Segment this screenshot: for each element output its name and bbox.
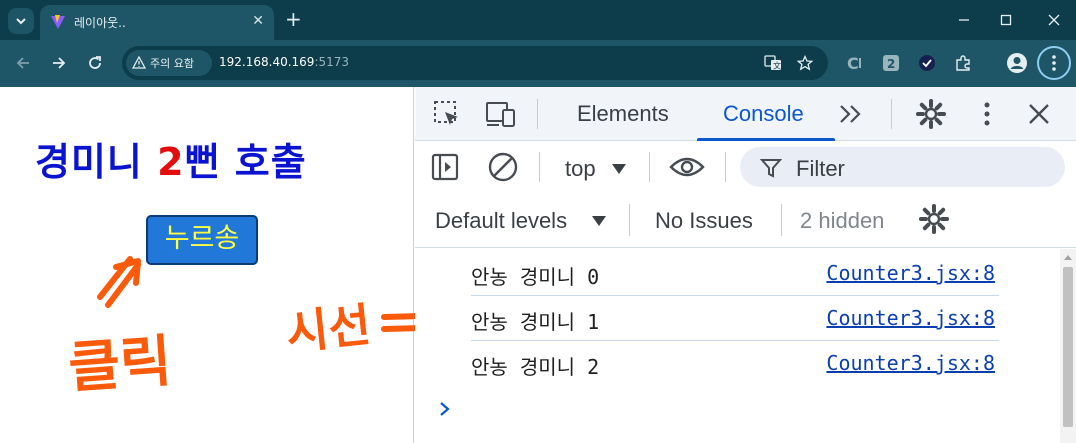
extension-2-icon[interactable]: 2 bbox=[880, 52, 902, 74]
reload-button[interactable] bbox=[84, 52, 106, 74]
tab-elements[interactable]: Elements bbox=[577, 101, 669, 127]
arrow-left-icon bbox=[16, 57, 29, 69]
gaze-arrow bbox=[381, 313, 414, 332]
warning-icon bbox=[132, 56, 146, 69]
message-text: 안농 경미니 2 bbox=[471, 355, 600, 379]
devtools-toolbar: Elements Console bbox=[415, 87, 1076, 141]
security-chip[interactable]: 주의 요함 bbox=[126, 50, 212, 76]
filter-placeholder: Filter bbox=[796, 156, 845, 181]
gear-icon bbox=[919, 204, 949, 234]
scroll-up-icon[interactable] bbox=[1063, 253, 1073, 261]
message-source-link[interactable]: Counter3.jsx:8 bbox=[826, 351, 995, 375]
show-sidebar-button[interactable] bbox=[429, 151, 461, 183]
gear-icon bbox=[916, 99, 946, 129]
back-button[interactable] bbox=[12, 52, 34, 74]
console-messages: 안농 경미니 0 Counter3.jsx:8 안농 경미니 1 Counter… bbox=[415, 249, 1060, 443]
annotation-layer: 클릭 시선 bbox=[66, 256, 414, 401]
console-toolbar: top Filter Default levels No Issues 2 hi… bbox=[415, 142, 1076, 248]
kebab-menu-icon bbox=[1052, 55, 1056, 71]
filter-icon bbox=[760, 159, 782, 178]
message-text: 안농 경미니 1 bbox=[471, 310, 600, 334]
browser-tab[interactable]: 레이아웃.. ✕ bbox=[40, 5, 274, 40]
device-icon bbox=[486, 102, 515, 127]
svg-text:2: 2 bbox=[887, 57, 895, 71]
sidebar-icon bbox=[431, 153, 459, 181]
live-expression-button[interactable] bbox=[669, 151, 705, 183]
minimize-button[interactable] bbox=[954, 10, 974, 30]
extension-c-icon[interactable]: C bbox=[844, 52, 866, 74]
block-icon bbox=[488, 152, 518, 182]
forward-button[interactable] bbox=[48, 52, 70, 74]
chevron-double-right-icon bbox=[840, 105, 861, 123]
toolbar: 주의 요함 192.168.40.169:5173 文 C 2 bbox=[0, 40, 1076, 87]
svg-text:文: 文 bbox=[773, 61, 781, 71]
issues-counter[interactable]: No Issues bbox=[655, 208, 753, 234]
click-annotation: 클릭 bbox=[66, 329, 173, 401]
star-icon bbox=[797, 55, 813, 71]
vite-logo-icon bbox=[51, 15, 65, 29]
inspect-element-button[interactable] bbox=[431, 98, 463, 130]
bookmark-button[interactable] bbox=[796, 54, 814, 72]
message-source-link[interactable]: Counter3.jsx:8 bbox=[826, 306, 995, 330]
translate-icon: 文 bbox=[764, 55, 781, 71]
context-selector[interactable]: top bbox=[565, 156, 596, 182]
message-source-link[interactable]: Counter3.jsx:8 bbox=[826, 261, 995, 285]
customize-menu-button[interactable] bbox=[971, 98, 1003, 130]
menu-button[interactable] bbox=[1037, 46, 1071, 80]
active-tab-indicator bbox=[697, 138, 835, 141]
reload-icon bbox=[89, 56, 101, 69]
extensions-puzzle-icon[interactable] bbox=[952, 52, 974, 74]
security-label: 주의 요함 bbox=[150, 57, 194, 70]
console-settings-button[interactable] bbox=[918, 203, 950, 235]
close-devtools-button[interactable] bbox=[1023, 98, 1055, 130]
gaze-annotation: 시선 bbox=[284, 297, 374, 360]
log-levels-dropdown[interactable]: Default levels bbox=[435, 208, 567, 234]
arrow-right-icon bbox=[53, 57, 66, 69]
console-message: 안농 경미니 0 Counter3.jsx:8 bbox=[471, 251, 999, 296]
maximize-icon bbox=[1000, 14, 1012, 26]
eye-icon bbox=[669, 157, 705, 177]
device-toolbar-button[interactable] bbox=[485, 98, 517, 130]
hidden-messages-count: 2 hidden bbox=[800, 208, 885, 233]
chevron-down-icon bbox=[16, 18, 26, 25]
address-bar[interactable]: 주의 요함 192.168.40.169:5173 文 bbox=[122, 46, 828, 80]
kebab-menu-icon bbox=[984, 102, 990, 126]
message-text: 안농 경미니 0 bbox=[471, 265, 600, 289]
settings-button[interactable] bbox=[915, 98, 947, 130]
console-scrollbar[interactable] bbox=[1060, 249, 1076, 443]
inspect-icon bbox=[434, 101, 458, 125]
minimize-icon bbox=[959, 19, 969, 21]
maximize-button[interactable] bbox=[996, 10, 1016, 30]
close-icon bbox=[1048, 14, 1060, 26]
translate-button[interactable]: 文 bbox=[764, 54, 782, 72]
click-arrow bbox=[97, 256, 141, 308]
tab-search-button[interactable] bbox=[8, 8, 34, 34]
console-message: 안농 경미니 2 Counter3.jsx:8 bbox=[471, 341, 999, 386]
tab-strip: 레이아웃.. ✕ + bbox=[0, 0, 1076, 40]
caret-down-icon bbox=[612, 164, 626, 174]
close-icon bbox=[1029, 104, 1049, 124]
devtools-panel: Elements Console top Filter Default leve… bbox=[415, 87, 1076, 443]
close-window-button[interactable] bbox=[1044, 10, 1064, 30]
page-viewport: 경미니 2뻔 호출 누르송 클릭 시선 bbox=[0, 87, 414, 443]
caret-down-icon bbox=[592, 216, 606, 226]
clear-console-button[interactable] bbox=[487, 151, 519, 183]
svg-text:C: C bbox=[847, 54, 859, 73]
url-text: 192.168.40.169:5173 bbox=[219, 55, 350, 69]
console-message: 안농 경미니 1 Counter3.jsx:8 bbox=[471, 296, 999, 341]
filter-input[interactable]: Filter bbox=[740, 147, 1065, 187]
extension-check-icon[interactable] bbox=[916, 52, 938, 74]
tab-console[interactable]: Console bbox=[723, 101, 804, 127]
tab-title: 레이아웃.. bbox=[74, 16, 126, 30]
scroll-thumb[interactable] bbox=[1063, 267, 1073, 427]
profile-avatar-icon[interactable] bbox=[1006, 52, 1028, 74]
more-tabs-button[interactable] bbox=[835, 98, 867, 130]
tab-close-icon[interactable]: ✕ bbox=[252, 13, 264, 29]
new-tab-button[interactable]: + bbox=[285, 9, 302, 29]
console-prompt-icon[interactable] bbox=[439, 401, 451, 417]
